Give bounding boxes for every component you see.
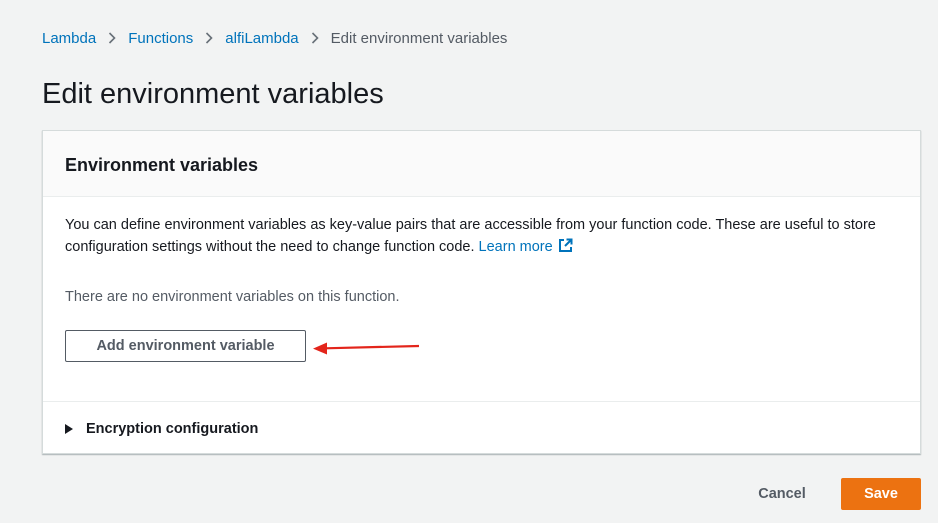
page: Lambda Functions alfiLambda Edit environ… (0, 0, 938, 523)
external-link-icon (558, 238, 573, 260)
panel-header: Environment variables (43, 131, 920, 197)
annotation-arrow (313, 342, 420, 355)
chevron-right-icon (299, 29, 331, 49)
learn-more-link[interactable]: Learn more (478, 238, 573, 255)
save-button[interactable]: Save (841, 478, 921, 510)
environment-variables-panel: Environment variables You can define env… (42, 130, 921, 454)
add-environment-variable-button[interactable]: Add environment variable (65, 330, 306, 362)
cancel-button[interactable]: Cancel (744, 478, 820, 510)
page-title: Edit environment variables (42, 78, 384, 110)
chevron-right-icon (96, 29, 128, 49)
breadcrumb-lambda[interactable]: Lambda (42, 29, 96, 49)
chevron-right-icon (193, 29, 225, 49)
breadcrumb-current: Edit environment variables (330, 30, 508, 47)
encryption-configuration-label: Encryption configuration (86, 421, 259, 437)
encryption-configuration-toggle[interactable]: Encryption configuration (65, 418, 258, 440)
breadcrumb-functions[interactable]: Functions (128, 29, 193, 49)
breadcrumb: Lambda Functions alfiLambda Edit environ… (42, 29, 507, 49)
empty-state-message: There are no environment variables on th… (65, 289, 400, 305)
description-text: You can define environment variables as … (65, 217, 876, 255)
divider (43, 401, 920, 402)
breadcrumb-alfilambda[interactable]: alfiLambda (225, 29, 298, 49)
learn-more-label: Learn more (478, 239, 553, 255)
panel-title: Environment variables (65, 155, 259, 175)
panel-description: You can define environment variables as … (65, 214, 910, 260)
caret-right-icon (65, 424, 73, 434)
